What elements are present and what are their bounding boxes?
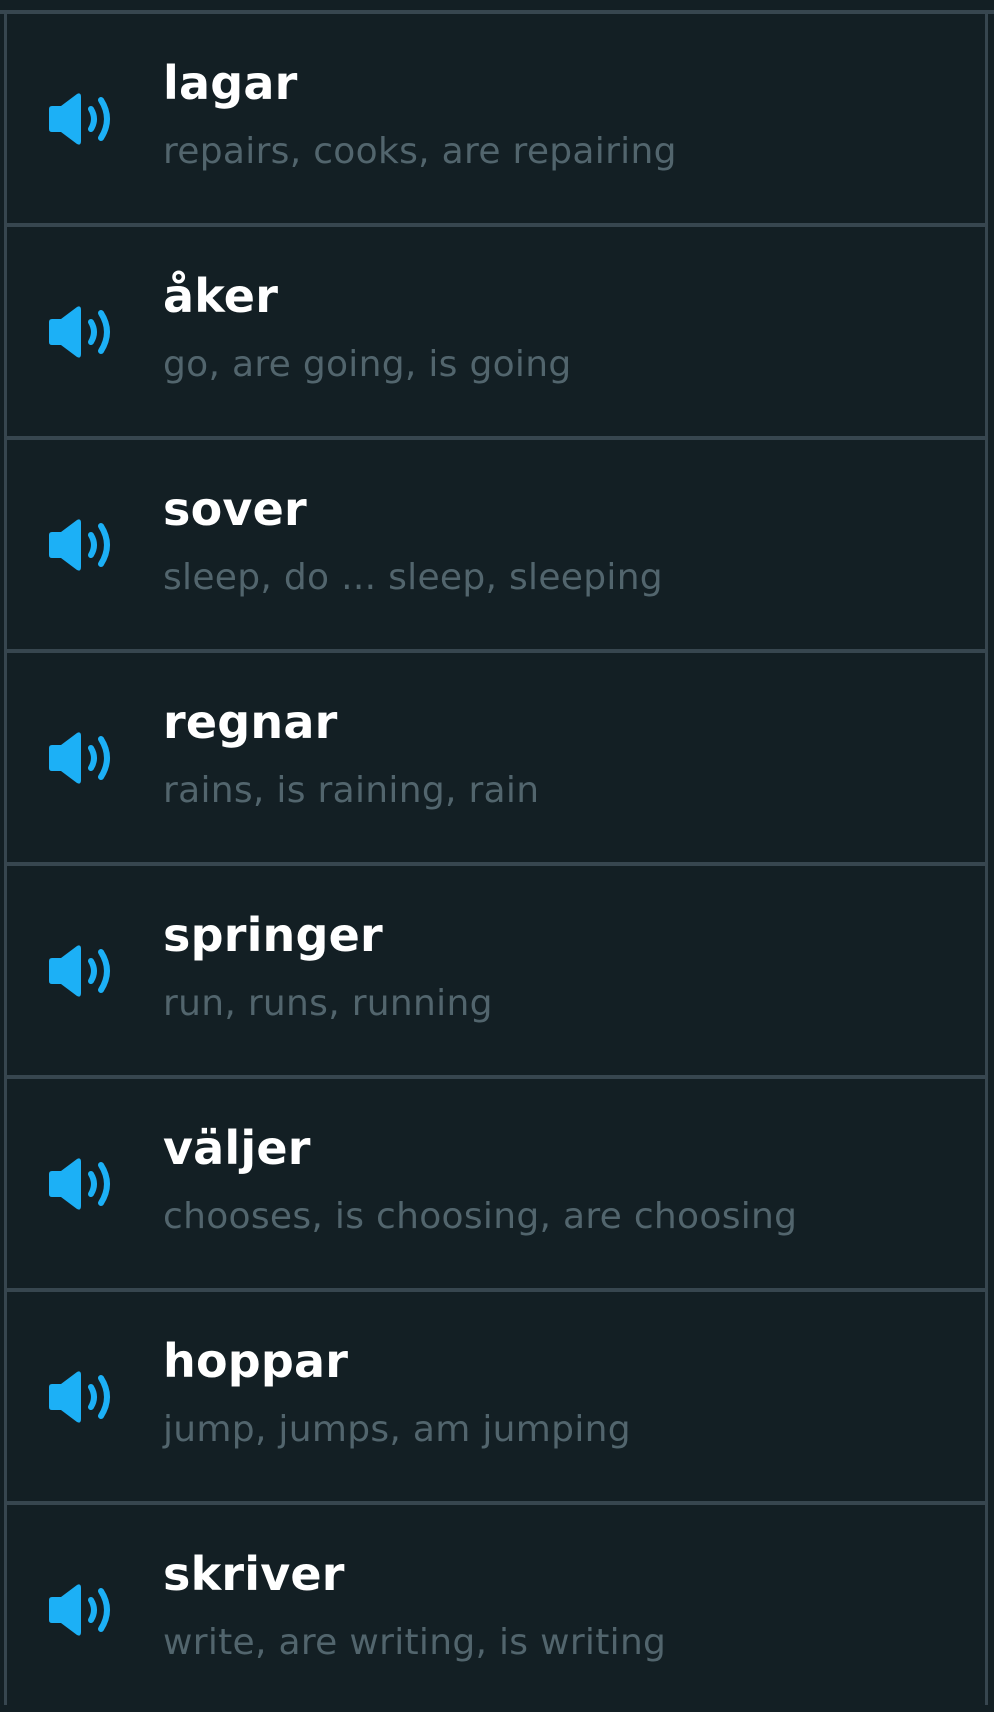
- word-label: skriver: [163, 1547, 345, 1601]
- translation-text: repairs, cooks, are repairing: [163, 131, 677, 172]
- word-label: hoppar: [163, 1334, 349, 1388]
- list-item[interactable]: regnar rains, is raining, rain: [4, 653, 988, 866]
- translation-text: sleep, do ... sleep, sleeping: [163, 557, 663, 598]
- word-label: åker: [163, 269, 279, 323]
- translation-text: run, runs, running: [163, 983, 493, 1024]
- list-item[interactable]: åker go, are going, is going: [4, 227, 988, 440]
- translation-text: jump, jumps, am jumping: [163, 1409, 631, 1450]
- speaker-icon[interactable]: [45, 1155, 121, 1213]
- list-item[interactable]: väljer chooses, is choosing, are choosin…: [4, 1079, 988, 1292]
- translation-text: write, are writing, is writing: [163, 1622, 667, 1663]
- speaker-icon[interactable]: [45, 516, 121, 574]
- speaker-icon[interactable]: [45, 729, 121, 787]
- list-item[interactable]: lagar repairs, cooks, are repairing: [4, 14, 988, 227]
- word-label: sover: [163, 482, 307, 536]
- speaker-icon[interactable]: [45, 90, 121, 148]
- word-label: regnar: [163, 695, 338, 749]
- speaker-icon[interactable]: [45, 1368, 121, 1426]
- speaker-icon[interactable]: [45, 942, 121, 1000]
- list-item[interactable]: springer run, runs, running: [4, 866, 988, 1079]
- word-label: springer: [163, 908, 383, 962]
- list-item[interactable]: skriver write, are writing, is writing: [4, 1505, 988, 1705]
- translation-text: rains, is raining, rain: [163, 770, 540, 811]
- word-label: väljer: [163, 1121, 311, 1175]
- list-item[interactable]: sover sleep, do ... sleep, sleeping: [4, 440, 988, 653]
- list-top-border: [0, 0, 994, 14]
- translation-text: chooses, is choosing, are choosing: [163, 1196, 798, 1237]
- speaker-icon[interactable]: [45, 1581, 121, 1639]
- translation-text: go, are going, is going: [163, 344, 572, 385]
- word-label: lagar: [163, 56, 298, 110]
- word-list: lagar repairs, cooks, are repairing åker…: [4, 14, 988, 1705]
- speaker-icon[interactable]: [45, 303, 121, 361]
- list-item[interactable]: hoppar jump, jumps, am jumping: [4, 1292, 988, 1505]
